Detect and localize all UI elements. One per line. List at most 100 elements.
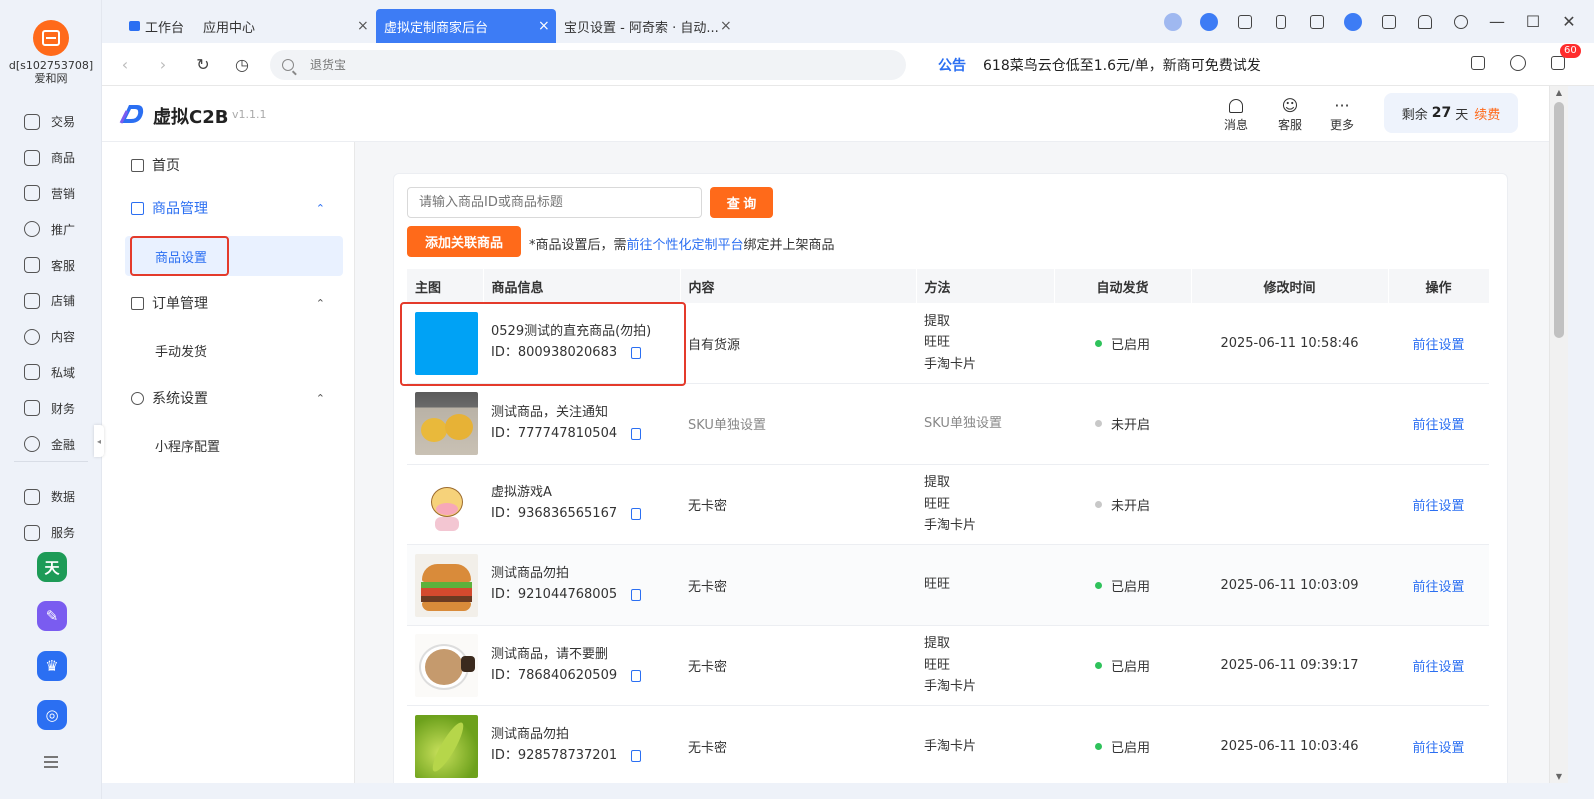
content-source: 无卡密 [688,740,728,756]
delivery-methods: SKU单独设置 [924,413,1054,435]
address-search[interactable] [270,50,906,80]
close-window-button[interactable]: ✕ [1558,11,1580,33]
copy-icon[interactable] [631,669,642,682]
copy-icon[interactable] [631,427,642,440]
rail-item[interactable]: 商品 [0,140,102,176]
bag-icon [24,149,40,166]
go-settings-link[interactable]: 前往设置 [1412,418,1464,433]
tab-virtual-merchant[interactable]: 虚拟定制商家后台 × [376,9,556,43]
query-button[interactable]: 查 询 [710,187,773,218]
app-crown-icon[interactable]: ♛ [37,651,67,681]
close-icon[interactable]: × [357,18,369,34]
tab-app-center[interactable]: 应用中心 × [203,9,375,43]
rail-item[interactable]: 财务 [0,390,102,426]
history-button[interactable]: ◷ [231,53,253,75]
rail-item[interactable]: 推广 [0,211,102,247]
app-tianji-icon[interactable]: 天 [37,552,67,582]
product-thumbnail [415,714,478,778]
notice-text[interactable]: 618菜鸟云仓低至1.6元/单，新商可免费试发 [983,55,1261,75]
go-settings-link[interactable]: 前往设置 [1412,580,1464,595]
document-icon [131,296,144,310]
vertical-scrollbar[interactable]: ▲ ▼ [1549,86,1568,783]
method-item: 旺旺 [924,496,951,512]
plugin-icon[interactable] [1162,11,1184,33]
file-icon[interactable] [1468,53,1488,73]
tab-item-settings[interactable]: 宝贝设置 - 阿奇索 · 自动... × [564,9,736,43]
method-item: 旺旺 [924,657,951,673]
app-version: v1.1.1 [232,108,267,121]
copy-icon[interactable] [631,750,642,763]
chevron-up-icon: ⌃ [315,296,325,310]
lightning-icon[interactable] [1198,11,1220,33]
product-thumbnail [415,472,478,536]
go-settings-link[interactable]: 前往设置 [1412,338,1464,353]
method-item: 提取 [924,475,951,491]
shop-avatar[interactable] [33,20,69,56]
status-dot-icon [1094,500,1102,508]
app-notes-icon[interactable]: ✎ [37,601,67,631]
rail-item[interactable]: 店铺 [0,283,102,319]
rail-item[interactable]: 营销 [0,176,102,212]
app-bag-icon[interactable]: ◎ [37,700,67,730]
collapse-sidebar-handle[interactable]: ◂ [94,425,104,457]
table-row: 测试商品，关注通知 ID： 777747810504 SKU单独设置 SKU单独设置 未开… [407,383,1489,465]
rail-item[interactable]: 交易 [0,104,102,140]
forward-button[interactable]: › [152,53,174,75]
close-icon[interactable]: × [720,18,732,34]
rail-item[interactable]: 私域 [0,355,102,391]
rail-item[interactable]: 服务 [0,515,102,551]
more-button[interactable]: ··· 更多 [1322,96,1362,133]
broadcast-icon[interactable] [1342,11,1364,33]
menu-group-orders[interactable]: 订单管理 ⌃ [102,286,355,320]
product-id: ID： 921044768005 [491,584,680,606]
menu-item-manual-ship[interactable]: 手动发货 [102,333,355,367]
custom-platform-link[interactable]: 前往个性化定制平台 [627,238,744,253]
content-source: 无卡密 [688,498,728,514]
menu-item-home[interactable]: 首页 [102,148,355,182]
menu-group-goods[interactable]: 商品管理 ⌃ [102,191,355,225]
monitor-icon[interactable] [1234,11,1256,33]
rail-item[interactable]: 金融 [0,426,102,462]
minimize-button[interactable]: — [1486,11,1508,33]
notebook-icon[interactable] [1306,11,1328,33]
table-row: 测试商品勿拍 ID： 921044768005 无卡密 旺旺 已启用 2025-06-11 … [407,544,1489,626]
maximize-button[interactable]: ☐ [1522,11,1544,33]
scroll-down-icon[interactable]: ▼ [1550,772,1568,781]
scroll-up-icon[interactable]: ▲ [1550,88,1568,97]
yen-icon [24,400,40,417]
scroll-thumb[interactable] [1554,102,1564,338]
goods-query-input[interactable] [407,187,702,218]
setting-tip: *商品设置后，需前往个性化定制平台绑定并上架商品 [529,238,835,253]
go-settings-link[interactable]: 前往设置 [1412,660,1464,675]
menu-icon[interactable] [44,756,58,768]
back-button[interactable]: ‹ [114,53,136,75]
content-source: 无卡密 [688,660,728,676]
search-input[interactable] [310,58,870,72]
service-button[interactable]: ☺ 客服 [1270,96,1310,133]
menu-group-system[interactable]: 系统设置 ⌃ [102,381,355,415]
rail-item[interactable]: 数据 [0,479,102,515]
refresh-button[interactable]: ↻ [192,53,214,75]
phone-icon[interactable] [1270,11,1292,33]
copy-icon[interactable] [631,589,642,602]
settings-icon[interactable] [1450,11,1472,33]
home-icon [129,21,140,31]
messages-button[interactable]: 消息 [1216,96,1256,133]
close-icon[interactable]: × [538,18,550,34]
add-linked-goods-button[interactable]: 添加关联商品 [407,226,521,257]
shirt-icon[interactable] [1414,11,1436,33]
auto-ship-status: 已启用 [1094,737,1150,756]
app-logo-icon [119,105,144,124]
message-icon[interactable]: 60 [1548,44,1581,73]
product-id: ID： 936836565167 [491,503,680,525]
go-settings-link[interactable]: 前往设置 [1412,741,1464,756]
rail-item[interactable]: 内容 [0,319,102,355]
store-icon [24,292,40,309]
menu-item-mini-program[interactable]: 小程序配置 [102,428,355,462]
edit-icon[interactable] [1378,11,1400,33]
robot-icon[interactable] [1508,53,1528,73]
rail-item[interactable]: 客服 [0,247,102,283]
copy-icon[interactable] [631,508,642,521]
renew-link[interactable]: 续费 [1474,104,1500,123]
go-settings-link[interactable]: 前往设置 [1412,499,1464,514]
